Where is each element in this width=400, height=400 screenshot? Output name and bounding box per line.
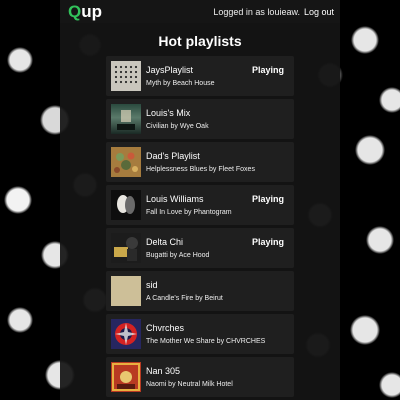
playing-status: Playing [251,237,284,247]
now-playing-track: Fall In Love by Phantogram [146,209,232,216]
album-art [111,104,141,134]
logo-rest: up [81,2,103,21]
nav-user: Logged in as louieaw. Log out [213,7,334,17]
album-art [111,190,141,220]
playlist-card[interactable]: Dad's Playlist Helplessness Blues by Fle… [106,142,294,182]
now-playing-track: Myth by Beach House [146,80,215,87]
logo-q: Q [68,2,82,21]
album-art [111,233,141,263]
playlist-card[interactable]: Delta Chi Bugatti by Ace Hood Playing [106,228,294,268]
playlist-card[interactable]: Nan 305 Naomi by Neutral Milk Hotel [106,357,294,397]
playing-status: Playing [251,194,284,204]
app-logo[interactable]: Qup [68,3,102,20]
playlist-card[interactable]: Chvrches The Mother We Share by CHVRCHES [106,314,294,354]
album-art [111,276,141,306]
logged-in-text: Logged in as louieaw. [213,6,300,17]
now-playing-track: Naomi by Neutral Milk Hotel [146,381,233,388]
logout-link[interactable]: Log out [304,7,334,17]
now-playing-track: Civilian by Wye Oak [146,123,209,130]
playlist-name: Nan 305 [146,366,181,376]
playlist-name: JaysPlaylist [146,65,194,75]
now-playing-track: Bugatti by Ace Hood [146,252,210,259]
playlist-name: Delta Chi [146,237,184,247]
album-art [111,319,141,349]
playlist-name: sid [146,280,158,290]
now-playing-track: The Mother We Share by CHVRCHES [146,338,266,345]
now-playing-track: Helplessness Blues by Fleet Foxes [146,166,255,173]
playlist-card[interactable]: Louis Williams Fall In Love by Phantogra… [106,185,294,225]
playing-status: Playing [251,65,284,75]
album-art [111,61,141,91]
album-art [111,147,141,177]
playlist-name: Dad's Playlist [146,151,200,161]
playlist-name: Chvrches [146,323,185,333]
playlist-name: Louis Williams [146,194,204,204]
now-playing-track: A Candle's Fire by Beirut [146,295,223,302]
navbar: Qup Logged in as louieaw. Log out [60,0,340,23]
playlist-list: JaysPlaylist Myth by Beach House Playing… [106,56,294,400]
album-art [111,362,141,392]
playlist-name: Louis's Mix [146,108,191,118]
playlist-card[interactable]: Louis's Mix Civilian by Wye Oak [106,99,294,139]
page-title: Hot playlists [158,33,242,49]
playlist-card[interactable]: sid A Candle's Fire by Beirut [106,271,294,311]
playlist-card[interactable]: JaysPlaylist Myth by Beach House Playing [106,56,294,96]
